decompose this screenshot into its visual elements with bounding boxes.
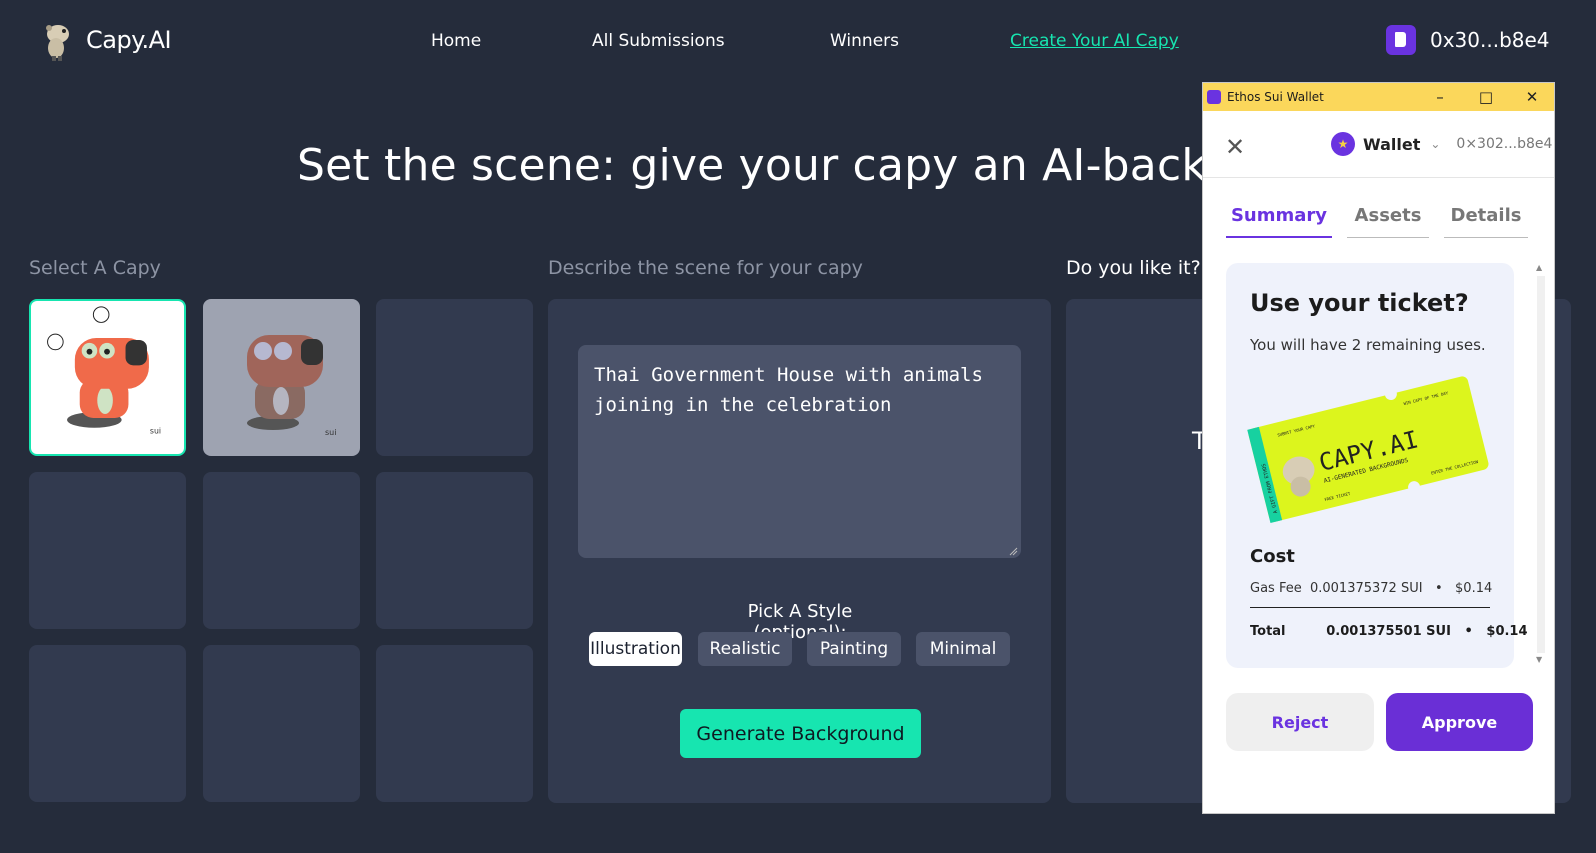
select-capy-label: Select A Capy	[29, 257, 161, 279]
window-close-icon[interactable]: ✕	[1509, 83, 1555, 111]
scroll-down-icon[interactable]: ▼	[1536, 655, 1542, 664]
describe-scene-label: Describe the scene for your capy	[548, 257, 863, 279]
tab-details[interactable]: Details	[1444, 205, 1528, 238]
capy-ticket-image: CAPY.AI AI-GENERATED BACKGROUNDS SUBMIT …	[1247, 376, 1489, 523]
divider	[1203, 177, 1554, 178]
capy-tile-3[interactable]	[376, 299, 533, 456]
ethos-app-icon	[1207, 90, 1221, 104]
account-button[interactable]: 0x30...b8e4	[1386, 25, 1550, 55]
capy-orange-image: sui	[47, 306, 161, 436]
scroll-up-icon[interactable]: ▲	[1536, 263, 1542, 272]
tab-assets[interactable]: Assets	[1347, 205, 1429, 238]
capy-tile-6[interactable]	[376, 472, 533, 629]
ticket-summary-card: Use your ticket? You will have 2 remaini…	[1226, 263, 1528, 668]
wallet-name: Wallet	[1363, 134, 1421, 154]
total-sui: 0.001375501 SUI	[1326, 624, 1451, 639]
capy-tile-8[interactable]	[203, 645, 360, 802]
reject-button[interactable]: Reject	[1226, 693, 1374, 751]
resize-grip-icon[interactable]	[1009, 547, 1018, 556]
wallet-selector[interactable]: ★ Wallet ⌄ 0×302...b8e4	[1331, 132, 1552, 156]
logo-text: Capy.AI	[86, 26, 172, 54]
capy-tile-7[interactable]	[29, 645, 186, 802]
nav-create-ai-capy[interactable]: Create Your AI Capy	[1010, 31, 1179, 51]
total-label: Total	[1250, 624, 1286, 639]
total-row: Total 0.001375501 SUI • $0.14	[1250, 624, 1528, 639]
do-you-like-it-label: Do you like it?	[1066, 257, 1201, 279]
card-title: Use your ticket?	[1250, 289, 1469, 317]
tab-summary[interactable]: Summary	[1226, 205, 1332, 238]
scene-prompt-input[interactable]: Thai Government House with animals joini…	[578, 345, 1021, 558]
capy-tile-2[interactable]: sui	[203, 299, 360, 456]
chevron-down-icon: ⌄	[1430, 137, 1441, 151]
ethos-wallet-icon	[1386, 25, 1416, 55]
close-icon[interactable]: ✕	[1225, 133, 1245, 161]
nav-all-submissions[interactable]: All Submissions	[592, 31, 725, 51]
ethos-wallet-window: Ethos Sui Wallet – □ ✕ ✕ ★ Wallet ⌄ 0×30…	[1202, 82, 1555, 814]
cost-label: Cost	[1250, 546, 1295, 567]
window-titlebar[interactable]: Ethos Sui Wallet – □ ✕	[1203, 83, 1554, 111]
capy-tile-1[interactable]: sui	[29, 299, 186, 456]
account-address: 0x30...b8e4	[1430, 28, 1550, 52]
style-illustration-chip[interactable]: Illustration	[589, 632, 682, 666]
wallet-avatar-icon: ★	[1331, 132, 1355, 156]
sui-watermark: sui	[150, 427, 161, 436]
style-minimal-chip[interactable]: Minimal	[916, 632, 1010, 666]
gas-fee-row: Gas Fee 0.001375372 SUI • $0.14	[1250, 581, 1493, 596]
wallet-address: 0×302...b8e4	[1456, 136, 1553, 152]
capy-tile-9[interactable]	[376, 645, 533, 802]
cost-divider	[1250, 607, 1490, 608]
capy-tile-4[interactable]	[29, 472, 186, 629]
gas-fee-label: Gas Fee	[1250, 581, 1302, 596]
nav-home[interactable]: Home	[431, 31, 481, 51]
gas-fee-sui: 0.001375372 SUI	[1309, 581, 1423, 596]
style-painting-chip[interactable]: Painting	[807, 632, 901, 666]
capy-brown-image: sui	[247, 335, 336, 437]
card-subtitle: You will have 2 remaining uses.	[1250, 336, 1486, 354]
nav-winners[interactable]: Winners	[830, 31, 899, 51]
capy-logo-icon	[46, 25, 69, 61]
generate-background-button[interactable]: Generate Background	[680, 709, 921, 758]
window-title: Ethos Sui Wallet	[1227, 90, 1324, 104]
style-realistic-chip[interactable]: Realistic	[698, 632, 792, 666]
total-usd: $0.14	[1486, 624, 1528, 639]
approve-button[interactable]: Approve	[1386, 693, 1533, 751]
minimize-icon[interactable]: –	[1417, 83, 1463, 111]
scrollbar[interactable]	[1537, 276, 1545, 653]
sui-watermark: sui	[325, 428, 336, 437]
logo[interactable]: Capy.AI	[40, 18, 172, 62]
gas-fee-usd: $0.14	[1455, 581, 1493, 596]
capy-tile-5[interactable]	[203, 472, 360, 629]
maximize-icon[interactable]: □	[1463, 83, 1509, 111]
